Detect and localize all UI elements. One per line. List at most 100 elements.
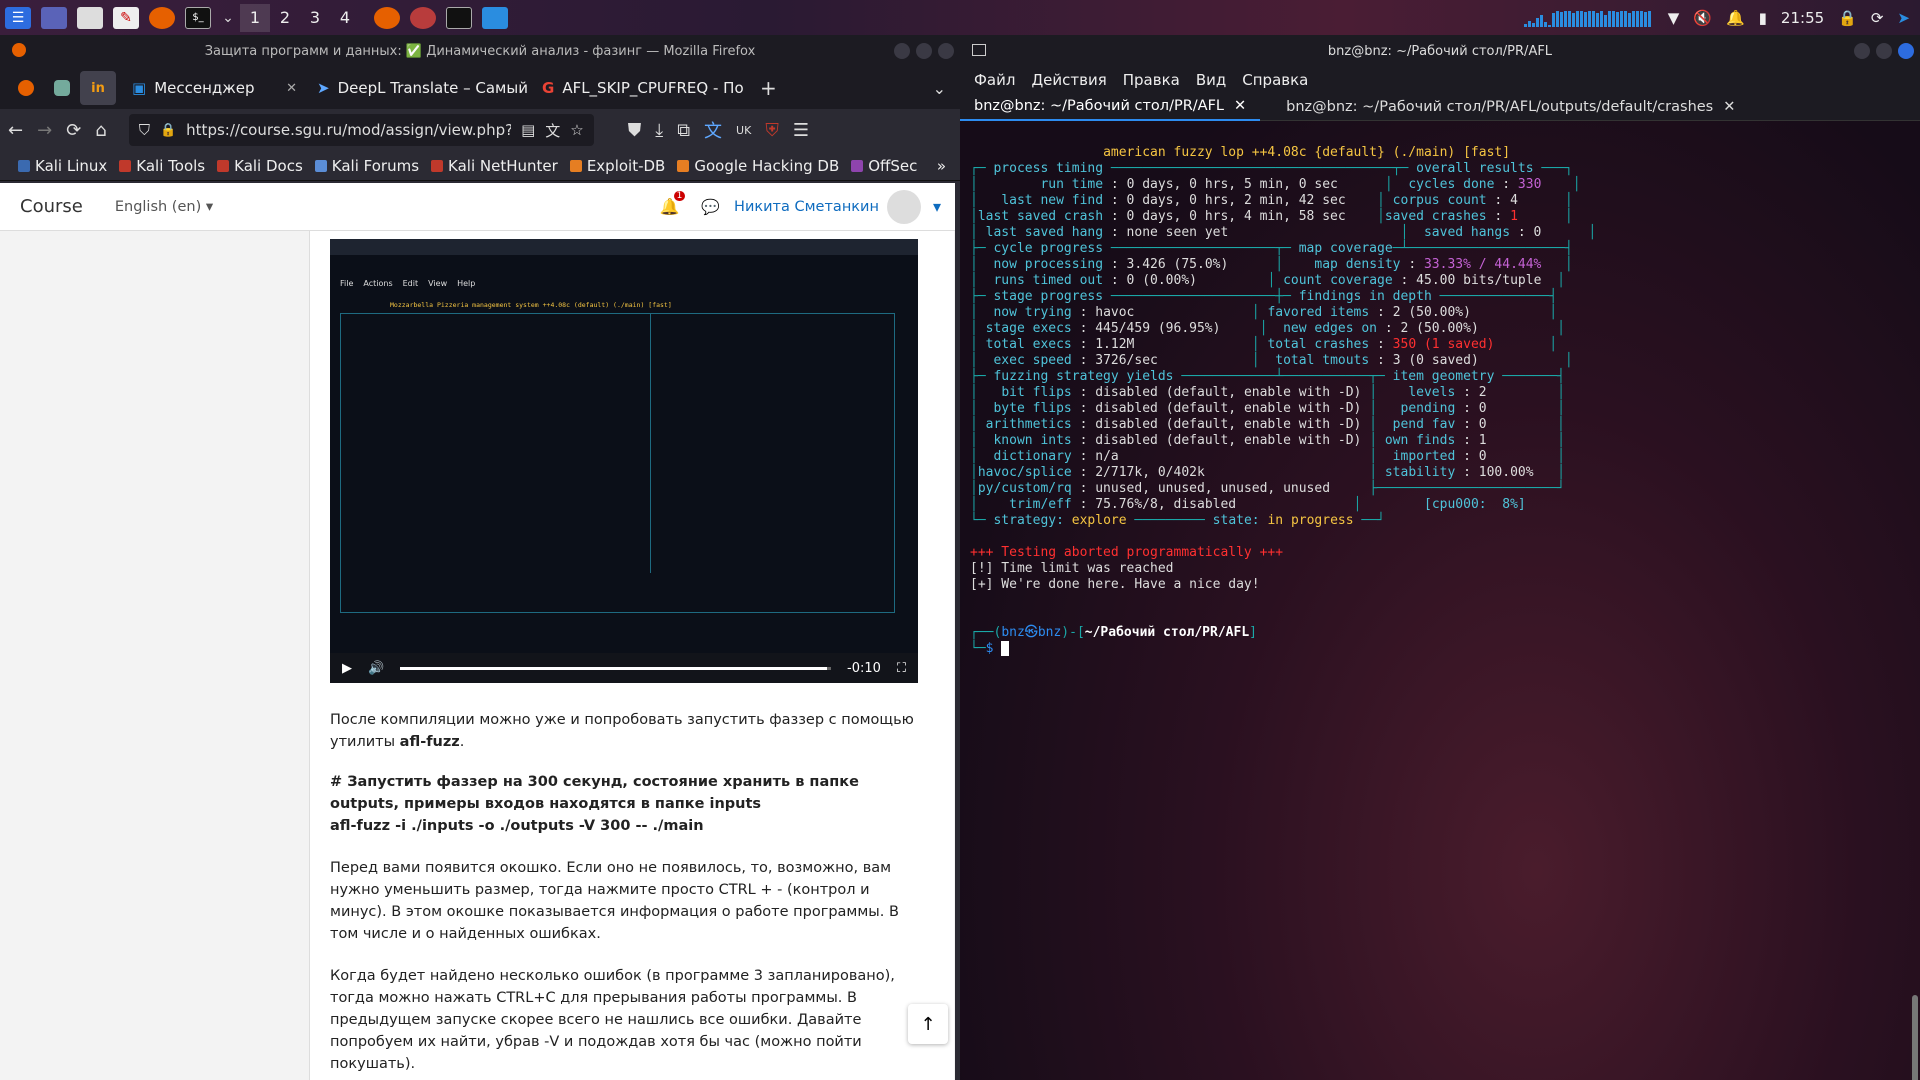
terminal-output[interactable]: american fuzzy lop ++4.08c {default} (./… (970, 145, 1596, 657)
file-manager-icon[interactable] (77, 6, 103, 29)
tab-list-chevron-icon[interactable]: ⌄ (933, 79, 946, 98)
url-text[interactable]: https://course.sgu.ru/mod/assign/view.ph… (186, 121, 511, 139)
saved-hangs: 0 (1533, 225, 1542, 240)
telegram-task-icon[interactable] (482, 6, 508, 29)
translate-ext-icon[interactable]: 文 (704, 117, 722, 143)
bookmark-kali-nethunter[interactable]: Kali NetHunter (431, 157, 558, 175)
close-button[interactable] (1898, 43, 1914, 59)
maximize-button[interactable] (916, 43, 932, 59)
terminal-tab-crashes[interactable]: bnz@bnz: ~/Рабочий стол/PR/AFL/outputs/d… (1272, 93, 1749, 121)
menu-actions[interactable]: Действия (1031, 71, 1106, 89)
tab-messenger[interactable]: ▣ Мессенджер ✕ (122, 71, 307, 105)
user-menu-chevron-icon[interactable]: ▾ (933, 197, 941, 216)
shield-icon[interactable]: ⛉ (139, 121, 150, 139)
firefox-icon[interactable] (149, 6, 175, 29)
state: in progress (1267, 513, 1354, 528)
close-icon[interactable]: ✕ (1723, 99, 1735, 115)
downloads-icon[interactable]: ⤓ (655, 120, 663, 141)
battery-icon[interactable]: ▮ (1759, 9, 1767, 27)
bell-icon[interactable]: 🔔 (1726, 9, 1745, 27)
chevron-down-icon[interactable]: ⌄ (221, 7, 235, 29)
assignment-content: File Actions Edit View Help Mozzarbella … (309, 231, 954, 1080)
network-graph-bar (1591, 10, 1595, 27)
vpn-ext-icon[interactable]: UK (736, 124, 751, 137)
close-button[interactable] (938, 43, 954, 59)
menu-help[interactable]: Справка (1242, 71, 1308, 89)
terminal-scrollbar[interactable] (1912, 995, 1918, 1080)
back-button[interactable]: ← (8, 120, 23, 141)
play-button[interactable]: ▶ (342, 661, 352, 676)
close-icon[interactable]: ✕ (286, 81, 297, 96)
lock-icon[interactable]: 🔒 (160, 123, 176, 138)
reload-button[interactable]: ⟳ (66, 120, 81, 141)
video-status-divider (650, 313, 651, 573)
video-terminal-menubar: File Actions Edit View Help (340, 279, 475, 288)
minimize-button[interactable] (1854, 43, 1870, 59)
bookmark-kali-docs[interactable]: Kali Docs (217, 157, 303, 175)
clock[interactable]: 21:55 (1781, 9, 1824, 27)
menu-edit[interactable]: Правка (1123, 71, 1180, 89)
maximize-button[interactable] (1876, 43, 1892, 59)
bookmark-google-hacking-db[interactable]: Google Hacking DB (677, 157, 839, 175)
close-icon[interactable]: ✕ (1234, 98, 1246, 114)
bookmark-star-icon[interactable]: ☆ (570, 121, 583, 139)
forward-button[interactable]: → (37, 120, 52, 141)
messages-icon[interactable]: 💬 (701, 198, 720, 216)
tab-afl-skip[interactable]: G AFL_SKIP_CPUFREQ - По ✕ (532, 71, 752, 105)
bookmark-label: Kali Linux (35, 156, 108, 175)
home-button[interactable]: ⌂ (95, 120, 106, 141)
paragraph-window-info: Перед вами появится окошко. Если оно не … (330, 860, 899, 942)
terminal-task-icon[interactable] (446, 6, 472, 29)
pinned-tab-firefox[interactable] (8, 71, 44, 105)
language-dropdown[interactable]: English (en) ▾ (115, 199, 213, 215)
lock-icon[interactable]: 🔒 (1838, 9, 1857, 27)
site-brand[interactable]: Course (20, 196, 83, 217)
workspace-2[interactable]: 2 (270, 4, 300, 32)
app-task-icon[interactable] (410, 6, 436, 29)
mute-icon[interactable]: 🔇 (1693, 9, 1712, 27)
user-name[interactable]: Никита Сметанкин (734, 199, 879, 215)
workspace-3[interactable]: 3 (300, 4, 330, 32)
reader-view-icon[interactable]: ▤ (521, 121, 535, 139)
firefox-task-icon[interactable] (374, 6, 400, 29)
kali-menu-icon[interactable]: ☰ (5, 6, 31, 29)
bookmark-exploit-db[interactable]: Exploit-DB (569, 157, 665, 175)
volume-icon[interactable]: 🔊 (368, 661, 384, 676)
pocket-icon[interactable]: ⛊ (628, 120, 642, 141)
video-progress-bar[interactable] (400, 666, 831, 670)
menu-icon[interactable]: ☰ (793, 120, 809, 141)
telegram-tray-icon[interactable]: ➤ (1897, 9, 1910, 27)
terminal-icon[interactable]: $_ (185, 6, 211, 29)
show-desktop-icon[interactable] (41, 6, 67, 29)
wifi-icon[interactable]: ▼ (1668, 9, 1680, 27)
refresh-icon[interactable]: ⟳ (1871, 9, 1884, 27)
menu-view[interactable]: Вид (1196, 71, 1226, 89)
more-bookmarks-icon[interactable]: » (937, 157, 946, 175)
new-tab-button[interactable]: + (760, 76, 777, 100)
extensions-icon[interactable]: ⧉ (677, 120, 690, 141)
bookmark-kali-forums[interactable]: Kali Forums (314, 157, 419, 175)
messenger-icon: ▣ (132, 79, 147, 97)
pinned-tab-in[interactable]: in (80, 71, 116, 105)
bell-icon[interactable]: 🔔 1 (659, 191, 686, 216)
workspace-4[interactable]: 4 (330, 4, 360, 32)
text-editor-icon[interactable]: ✎ (113, 6, 139, 29)
fullscreen-icon[interactable]: ⛶ (897, 661, 906, 676)
scroll-to-top-button[interactable]: ↑ (908, 1004, 948, 1044)
bookmark-kali-linux[interactable]: Kali Linux (18, 157, 107, 175)
menu-file[interactable]: Файл (974, 71, 1015, 89)
ublock-icon[interactable]: ⛨ (765, 120, 779, 141)
translate-icon[interactable]: 文 (545, 120, 560, 141)
minimize-button[interactable] (894, 43, 910, 59)
video-player[interactable]: File Actions Edit View Help Mozzarbella … (330, 239, 918, 683)
terminal-tab-afl[interactable]: bnz@bnz: ~/Рабочий стол/PR/AFL ✕ (960, 93, 1261, 121)
pinned-tab-chatgpt[interactable] (44, 71, 80, 105)
tab-deepl[interactable]: ➤ DeepL Translate – Самый ✕ (307, 71, 532, 105)
network-graph-bar (1571, 12, 1575, 27)
avatar[interactable] (886, 189, 921, 224)
url-bar[interactable]: ⛉ 🔒 https://course.sgu.ru/mod/assign/vie… (128, 114, 594, 146)
command-line: afl-fuzz -i ./inputs -o ./outputs -V 300… (330, 818, 704, 834)
bookmark-kali-tools[interactable]: Kali Tools (119, 157, 205, 175)
workspace-1[interactable]: 1 (240, 3, 270, 32)
bookmark-offsec[interactable]: OffSec (851, 157, 917, 175)
